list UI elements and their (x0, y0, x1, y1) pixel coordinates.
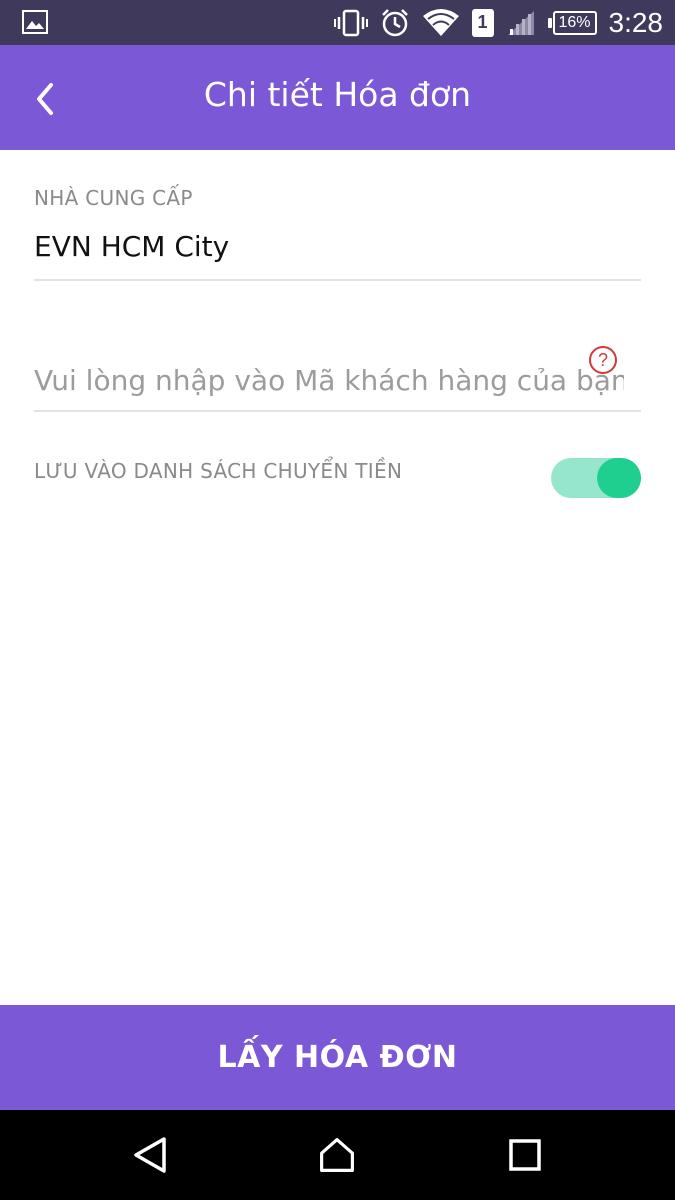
clock: 3:28 (608, 6, 664, 38)
nav-recents-button[interactable] (500, 1130, 550, 1180)
save-to-list-label: LƯU VÀO DANH SÁCH CHUYỂN TIỀN (34, 459, 403, 483)
status-bar: 1 16% 3:28 (0, 0, 675, 45)
battery-tip (547, 17, 552, 28)
customer-code-input[interactable] (34, 360, 624, 400)
customer-code-divider (34, 410, 641, 412)
get-bill-button[interactable]: LẤY HÓA ĐƠN (0, 1005, 675, 1110)
home-icon (320, 1138, 354, 1172)
provider-divider (34, 279, 641, 281)
signal-icon (506, 9, 536, 37)
save-to-list-toggle[interactable] (551, 458, 641, 498)
provider-value[interactable]: EVN HCM City (34, 230, 229, 263)
square-recents-icon (509, 1139, 541, 1171)
image-icon (22, 10, 48, 34)
nav-back-button[interactable] (125, 1130, 175, 1180)
page-title: Chi tiết Hóa đơn (203, 75, 472, 114)
alarm-icon (380, 8, 410, 38)
nav-home-button[interactable] (312, 1130, 362, 1180)
vibrate-icon (333, 9, 368, 37)
sim-icon: 1 (471, 8, 494, 37)
wifi-icon (422, 8, 460, 38)
toggle-thumb (597, 458, 641, 498)
battery-percent: 16% (552, 10, 597, 35)
provider-label: NHÀ CUNG CẤP (34, 186, 193, 210)
battery-icon: 16% (547, 10, 597, 35)
app-bar: Chi tiết Hóa đơn (0, 45, 675, 150)
help-icon[interactable]: ? (589, 346, 617, 374)
triangle-back-icon (134, 1137, 166, 1173)
navigation-bar (0, 1110, 675, 1200)
status-icons: 1 16% 3:28 (333, 0, 664, 45)
